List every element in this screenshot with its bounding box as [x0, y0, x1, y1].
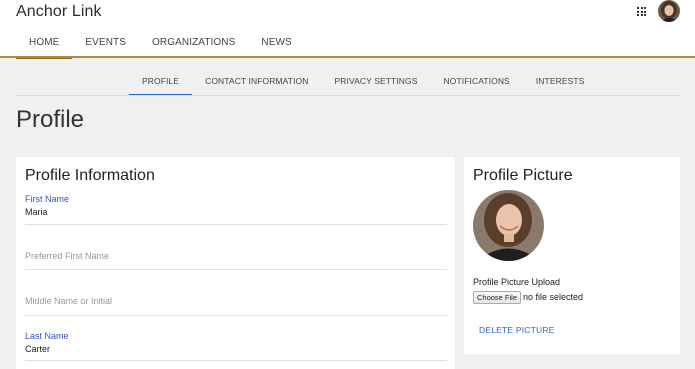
first-name-label: First Name [25, 194, 70, 204]
first-name-value[interactable]: Maria [25, 207, 447, 217]
profile-sub-nav: PROFILE CONTACT INFORMATION PRIVACY SETT… [129, 76, 597, 96]
apps-grid-icon[interactable] [637, 7, 646, 16]
middle-name-placeholder: Middle Name or Initial [25, 296, 113, 306]
card-title: Profile Information [25, 167, 155, 184]
tab-privacy-settings[interactable]: PRIVACY SETTINGS [322, 76, 431, 95]
profile-information-card: Profile Information First Name Maria Pre… [16, 157, 455, 369]
preferred-first-name-placeholder: Preferred First Name [25, 251, 110, 261]
nav-news[interactable]: NEWS [248, 37, 304, 57]
main-nav: HOME EVENTS ORGANIZATIONS NEWS [16, 37, 305, 59]
sub-nav-divider [16, 95, 680, 96]
card-title: Profile Picture [473, 167, 573, 184]
tab-contact-information[interactable]: CONTACT INFORMATION [192, 76, 321, 95]
nav-home[interactable]: HOME [16, 37, 73, 59]
last-name-value[interactable]: Carter [25, 344, 447, 354]
last-name-field[interactable]: Last Name Carter [25, 331, 447, 361]
tab-interests[interactable]: INTERESTS [523, 76, 598, 95]
last-name-label: Last Name [25, 331, 69, 341]
app-title: Anchor Link [16, 3, 102, 20]
nav-events[interactable]: EVENTS [72, 37, 139, 57]
page-title: Profile [16, 106, 85, 133]
first-name-field[interactable]: First Name Maria [25, 194, 447, 225]
top-bar: Anchor Link HOME EVENTS ORGANIZATIONS NE… [0, 0, 695, 59]
delete-picture-button[interactable]: DELETE PICTURE [479, 325, 555, 335]
upload-label: Profile Picture Upload [473, 277, 561, 287]
tab-notifications[interactable]: NOTIFICATIONS [431, 76, 523, 95]
profile-picture-card: Profile Picture Profile Picture Upload C… [464, 157, 680, 354]
profile-photo [473, 190, 544, 261]
user-avatar[interactable] [658, 0, 680, 22]
no-file-status: no file selected [523, 292, 584, 302]
tab-profile[interactable]: PROFILE [129, 76, 193, 96]
nav-organizations[interactable]: ORGANIZATIONS [139, 37, 248, 57]
middle-name-field[interactable]: Middle Name or Initial [25, 296, 447, 316]
choose-file-button[interactable]: Choose File [473, 291, 521, 304]
preferred-first-name-field[interactable]: Preferred First Name [25, 251, 447, 270]
nav-accent-divider [0, 56, 695, 58]
